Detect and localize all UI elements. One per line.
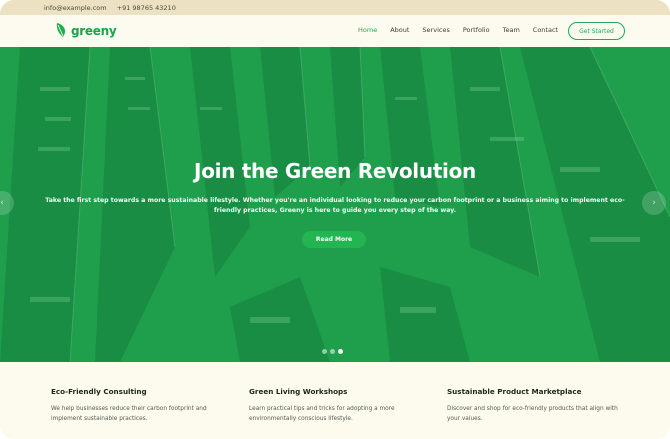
hero-subtitle: Take the first step towards a more susta…: [45, 197, 625, 214]
service-card: Green Living Workshops Learn practical t…: [249, 387, 424, 424]
chevron-left-icon: ‹: [0, 198, 4, 208]
service-card: Sustainable Product Marketplace Discover…: [447, 387, 622, 424]
contact-phone[interactable]: +91 98765 43210: [117, 4, 176, 12]
hero-carousel: ‹ › Join the Green Revolution Take the f…: [0, 47, 670, 362]
get-started-button[interactable]: Get Started: [568, 22, 625, 40]
service-title: Green Living Workshops: [249, 387, 348, 396]
contact-email[interactable]: info@example.com: [44, 4, 107, 12]
nav-contact[interactable]: Contact: [533, 26, 558, 34]
carousel-dot-2[interactable]: [330, 349, 335, 354]
chevron-right-icon: ›: [652, 198, 656, 208]
carousel-dot-1[interactable]: [322, 349, 327, 354]
hero-title: Join the Green Revolution: [194, 159, 476, 183]
service-title: Sustainable Product Marketplace: [447, 387, 582, 396]
contact-bar: info@example.com +91 98765 43210: [0, 0, 670, 15]
nav-home[interactable]: Home: [358, 26, 377, 34]
main-nav: Home About Services Portfolio Team Conta…: [358, 26, 571, 34]
page-frame: info@example.com +91 98765 43210 greeny …: [0, 0, 670, 439]
logo-text: greeny: [71, 23, 117, 38]
service-text: Learn practical tips and tricks for adop…: [249, 406, 395, 422]
nav-portfolio[interactable]: Portfolio: [463, 26, 490, 34]
nav-team[interactable]: Team: [503, 26, 520, 34]
read-more-button[interactable]: Read More: [302, 231, 366, 248]
leaf-icon: [56, 23, 65, 37]
service-card: Eco-Friendly Consulting We help business…: [51, 387, 226, 424]
service-text: Discover and shop for eco-friendly produ…: [447, 406, 618, 422]
carousel-next-button[interactable]: ›: [642, 191, 666, 215]
services-section: Eco-Friendly Consulting We help business…: [0, 362, 670, 439]
service-title: Eco-Friendly Consulting: [51, 387, 147, 396]
service-text: We help businesses reduce their carbon f…: [51, 406, 207, 422]
carousel-indicators: [322, 349, 343, 354]
nav-services[interactable]: Services: [422, 26, 449, 34]
logo[interactable]: greeny: [55, 22, 117, 39]
nav-about[interactable]: About: [390, 26, 409, 34]
carousel-dot-3[interactable]: [338, 349, 343, 354]
